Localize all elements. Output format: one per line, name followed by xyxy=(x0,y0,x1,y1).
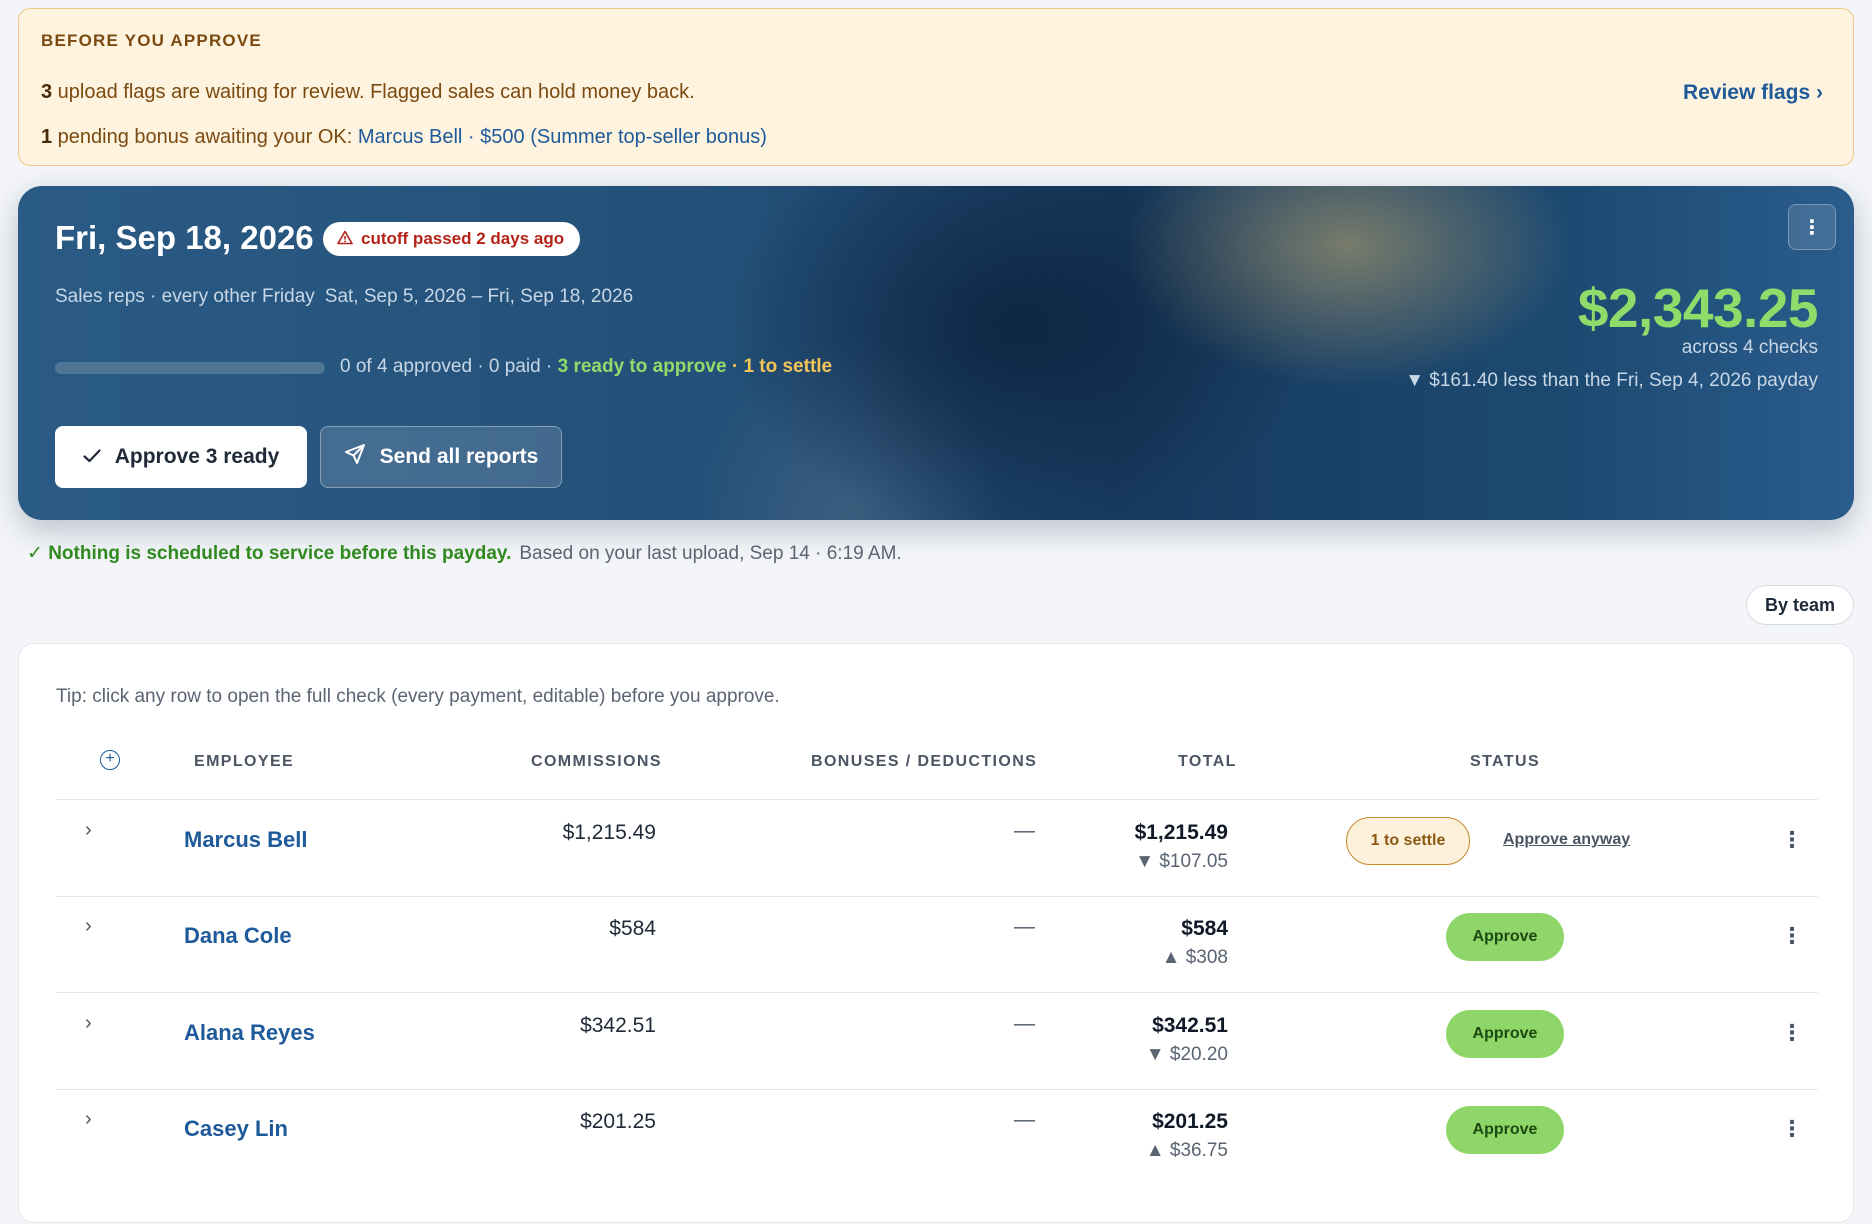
send-all-reports-button[interactable]: Send all reports xyxy=(320,426,562,488)
total-diff: ▼ $107.05 xyxy=(1135,851,1228,872)
total-diff: ▲ $308 xyxy=(1161,947,1228,968)
total-diff: ▼ $20.20 xyxy=(1145,1044,1228,1065)
pay-period-range: Sat, Sep 5, 2026 – Fri, Sep 18, 2026 xyxy=(324,286,634,307)
row-menu-icon[interactable]: ⋮ xyxy=(1781,827,1803,853)
bonus-message: 1 pending bonus awaiting your OK: Marcus… xyxy=(41,126,767,149)
approval-status-text: 0 of 4 approved · 0 paid · 3 ready to ap… xyxy=(340,356,832,378)
total-cell: $201.25 xyxy=(1152,1110,1228,1133)
total-cell: $584 xyxy=(1181,917,1228,940)
header-commissions: COMMISSIONS xyxy=(531,753,662,770)
flags-message: 3 upload flags are waiting for review. F… xyxy=(41,81,695,104)
employee-name[interactable]: Casey Lin xyxy=(184,1116,288,1142)
total-cell: $342.51 xyxy=(1152,1014,1228,1037)
table-row[interactable]: › Dana Cole $584 — $584 ▲ $308 Approve ⋮ xyxy=(56,897,1818,993)
row-menu-icon[interactable]: ⋮ xyxy=(1781,923,1803,949)
commissions-cell: $342.51 xyxy=(580,1014,656,1037)
approve-button[interactable]: Approve xyxy=(1446,1010,1564,1058)
to-settle-count: 1 to settle xyxy=(743,356,833,377)
chevron-right-icon[interactable]: › xyxy=(85,819,92,842)
kebab-icon: ⋮ xyxy=(1802,216,1822,239)
previous-payday-diff: ▼ $161.40 less than the Fri, Sep 4, 2026… xyxy=(1405,370,1818,391)
commissions-cell: $1,215.49 xyxy=(562,821,656,844)
payday-hero-card: Fri, Sep 18, 2026 cutoff passed 2 days a… xyxy=(18,186,1854,520)
payday-date: Fri, Sep 18, 2026 xyxy=(55,219,314,256)
add-column-icon[interactable]: + xyxy=(100,750,120,770)
total-cell: $1,215.49 xyxy=(1134,821,1228,844)
payday-menu-button[interactable]: ⋮ xyxy=(1788,204,1836,250)
cutoff-badge: cutoff passed 2 days ago xyxy=(323,222,581,256)
approve-ready-button[interactable]: Approve 3 ready xyxy=(55,426,307,488)
employee-name[interactable]: Marcus Bell xyxy=(184,827,308,853)
header-total: TOTAL xyxy=(1178,753,1237,770)
ready-to-approve-count: 3 ready to approve xyxy=(557,356,727,377)
approve-ready-label: Approve 3 ready xyxy=(114,445,280,468)
send-icon xyxy=(344,443,366,471)
alert-title: BEFORE YOU APPROVE xyxy=(41,31,262,50)
by-team-toggle[interactable]: By team xyxy=(1745,585,1854,625)
bonus-employee-link[interactable]: Marcus Bell xyxy=(358,126,462,148)
service-note: ✓ Nothing is scheduled to service before… xyxy=(27,542,902,565)
approve-button[interactable]: Approve xyxy=(1446,1106,1564,1154)
approved-paid-count: 0 of 4 approved · 0 paid · xyxy=(340,356,558,377)
bonus-count: 1 xyxy=(41,126,53,148)
settle-separator: · xyxy=(726,356,744,377)
approve-button[interactable]: Approve xyxy=(1446,913,1564,961)
schedule-text: Sales reps · every other Friday xyxy=(55,286,315,307)
checks-table-card: Tip: click any row to open the full chec… xyxy=(18,643,1854,1223)
row-menu-icon[interactable]: ⋮ xyxy=(1781,1020,1803,1046)
payday-total-amount: $2,343.25 xyxy=(1577,277,1819,339)
bonuses-cell: — xyxy=(1014,1108,1035,1131)
warning-icon xyxy=(337,230,353,249)
to-settle-badge[interactable]: 1 to settle xyxy=(1346,817,1470,865)
table-header: + EMPLOYEE COMMISSIONS BONUSES / DEDUCTI… xyxy=(56,744,1818,800)
row-menu-icon[interactable]: ⋮ xyxy=(1781,1116,1803,1142)
cutoff-text: cutoff passed 2 days ago xyxy=(361,229,565,248)
checks-count: across 4 checks xyxy=(1681,337,1818,358)
pay-schedule: Sales reps · every other Friday Sat, Sep … xyxy=(55,286,633,308)
flags-count: 3 xyxy=(41,81,53,103)
flags-text: upload flags are waiting for review. Fla… xyxy=(52,81,695,103)
review-flags-link[interactable]: Review flags › xyxy=(1683,81,1823,105)
employee-name[interactable]: Dana Cole xyxy=(184,923,292,949)
bonuses-cell: — xyxy=(1014,1012,1035,1035)
commissions-cell: $584 xyxy=(609,917,656,940)
chevron-right-icon[interactable]: › xyxy=(85,1012,92,1035)
table-tip: Tip: click any row to open the full chec… xyxy=(56,686,780,707)
approve-anyway-link[interactable]: Approve anyway xyxy=(1503,831,1630,849)
employee-name[interactable]: Alana Reyes xyxy=(184,1020,315,1046)
total-diff: ▲ $36.75 xyxy=(1145,1140,1228,1161)
send-all-reports-label: Send all reports xyxy=(379,445,539,468)
bonuses-cell: — xyxy=(1014,915,1035,938)
table-row[interactable]: › Casey Lin $201.25 — $201.25 ▲ $36.75 A… xyxy=(56,1090,1818,1186)
bonus-separator: · xyxy=(462,126,481,148)
header-status: STATUS xyxy=(1470,753,1541,770)
last-upload-text: Based on your last upload, Sep 14 · 6:19… xyxy=(519,543,902,564)
chevron-right-icon[interactable]: › xyxy=(85,915,92,938)
approval-alert-banner: BEFORE YOU APPROVE 3 upload flags are wa… xyxy=(18,8,1854,166)
header-bonuses: BONUSES / DEDUCTIONS xyxy=(811,753,1038,770)
table-row[interactable]: › Marcus Bell $1,215.49 — $1,215.49 ▼ $1… xyxy=(56,801,1818,897)
table-row[interactable]: › Alana Reyes $342.51 — $342.51 ▼ $20.20… xyxy=(56,994,1818,1090)
bonus-text: pending bonus awaiting your OK: xyxy=(52,126,358,148)
bonus-detail-link[interactable]: $500 (Summer top-seller bonus) xyxy=(480,126,767,148)
chevron-right-icon[interactable]: › xyxy=(85,1108,92,1131)
approval-progress-bar xyxy=(55,362,325,374)
header-employee: EMPLOYEE xyxy=(194,753,295,770)
commissions-cell: $201.25 xyxy=(580,1110,656,1133)
service-ok-text: ✓ Nothing is scheduled to service before… xyxy=(27,543,512,564)
check-icon xyxy=(83,445,101,469)
bonuses-cell: — xyxy=(1014,819,1035,842)
